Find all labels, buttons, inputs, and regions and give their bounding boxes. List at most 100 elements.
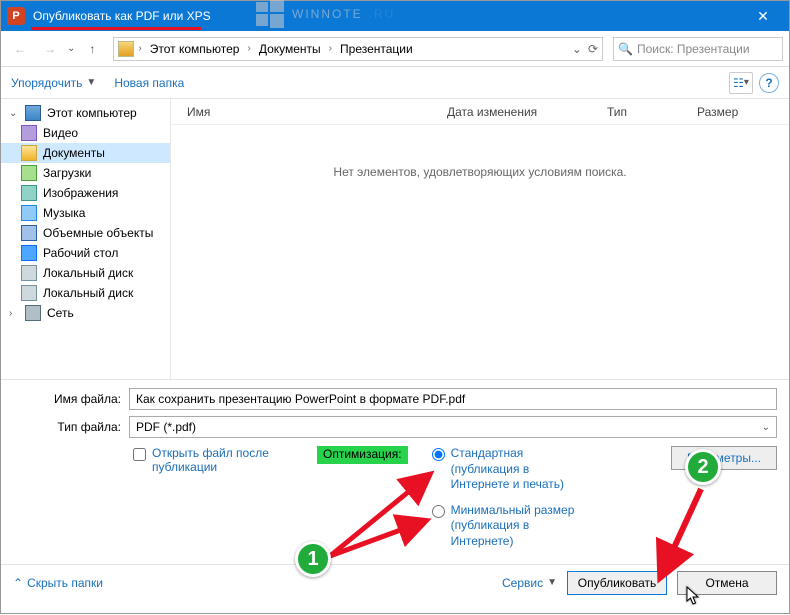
column-headers[interactable]: Имя Дата изменения Тип Размер bbox=[171, 99, 789, 125]
tree-item-label: Этот компьютер bbox=[47, 106, 137, 120]
expand-icon[interactable]: ⌄ bbox=[9, 108, 19, 119]
filename-label: Имя файла: bbox=[13, 392, 121, 406]
radio-minimum-input[interactable] bbox=[432, 505, 445, 518]
desktop-icon bbox=[21, 245, 37, 261]
tree-item[interactable]: Видео bbox=[1, 123, 170, 143]
open-after-checkbox[interactable]: Открыть файл после публикации bbox=[133, 446, 293, 474]
col-size[interactable]: Размер bbox=[691, 105, 779, 119]
tree-item[interactable]: Документы bbox=[1, 143, 170, 163]
parameters-button[interactable]: Параметры... bbox=[671, 446, 777, 470]
col-type[interactable]: Тип bbox=[601, 105, 691, 119]
up-button[interactable]: ↑ bbox=[79, 36, 105, 62]
radio-standard-label: Стандартная (публикация в Интернете и пе… bbox=[451, 446, 582, 493]
pc-icon bbox=[25, 105, 41, 121]
tree-item[interactable]: Объемные объекты bbox=[1, 223, 170, 243]
save-form: Имя файла: Тип файла: PDF (*.pdf) ⌄ Откр… bbox=[1, 379, 789, 558]
tree-item[interactable]: Изображения bbox=[1, 183, 170, 203]
file-area: Имя Дата изменения Тип Размер Нет элемен… bbox=[171, 99, 789, 379]
tree-item[interactable]: Локальный диск bbox=[1, 283, 170, 303]
music-icon bbox=[21, 205, 37, 221]
tree-item-label: Локальный диск bbox=[43, 266, 133, 280]
organize-label: Упорядочить bbox=[11, 76, 82, 90]
folder-icon bbox=[21, 145, 37, 161]
down-icon bbox=[21, 165, 37, 181]
radio-standard-input[interactable] bbox=[432, 448, 445, 461]
tree-item[interactable]: Музыка bbox=[1, 203, 170, 223]
footer: ⌃ Скрыть папки Сервис ▼ Опубликовать Отм… bbox=[1, 564, 789, 605]
toolbar: Упорядочить▼ Новая папка ☷ ▾ ? bbox=[1, 67, 789, 99]
address-bar[interactable]: › Этот компьютер › Документы › Презентац… bbox=[113, 37, 603, 61]
search-icon: 🔍 bbox=[618, 42, 633, 56]
open-after-input[interactable] bbox=[133, 448, 146, 461]
chevron-right-icon[interactable]: › bbox=[329, 43, 332, 54]
publish-button[interactable]: Опубликовать bbox=[567, 571, 667, 595]
titlebar: P Опубликовать как PDF или XPS ✕ bbox=[1, 1, 789, 31]
filetype-label: Тип файла: bbox=[13, 420, 121, 434]
chevron-up-icon: ⌃ bbox=[13, 576, 23, 590]
tree-item-label: Документы bbox=[43, 146, 105, 160]
optimization-label: Оптимизация: bbox=[317, 446, 408, 464]
tree-item-label: Видео bbox=[43, 126, 78, 140]
search-input[interactable]: 🔍 Поиск: Презентации bbox=[613, 37, 783, 61]
chevron-right-icon[interactable]: › bbox=[247, 43, 250, 54]
radio-minimum[interactable]: Минимальный размер (публикация в Интерне… bbox=[432, 503, 582, 550]
tree-item-label: Локальный диск bbox=[43, 286, 133, 300]
chevron-down-icon: ▼ bbox=[547, 577, 557, 588]
tree-item-label: Рабочий стол bbox=[43, 246, 118, 260]
tree-item-label: Музыка bbox=[43, 206, 85, 220]
new-folder-button[interactable]: Новая папка bbox=[114, 76, 184, 90]
nav-bar: ← → ⌄ ↑ › Этот компьютер › Документы › П… bbox=[1, 31, 789, 67]
tree-item-label: Изображения bbox=[43, 186, 118, 200]
filetype-value: PDF (*.pdf) bbox=[136, 420, 196, 434]
tree-item[interactable]: ⌄ Этот компьютер bbox=[1, 103, 170, 123]
address-dropdown-icon[interactable]: ⌄ bbox=[572, 42, 582, 56]
col-name[interactable]: Имя bbox=[181, 105, 441, 119]
tree-item[interactable]: › Сеть bbox=[1, 303, 170, 323]
refresh-icon[interactable]: ⟳ bbox=[588, 42, 598, 56]
radio-standard[interactable]: Стандартная (публикация в Интернете и пе… bbox=[432, 446, 582, 493]
chevron-right-icon[interactable]: › bbox=[138, 43, 141, 54]
window-title: Опубликовать как PDF или XPS bbox=[33, 9, 743, 23]
view-options-button[interactable]: ☷ ▾ bbox=[729, 72, 753, 94]
col-date[interactable]: Дата изменения bbox=[441, 105, 601, 119]
search-placeholder: Поиск: Презентации bbox=[637, 42, 750, 56]
tree-item[interactable]: Рабочий стол bbox=[1, 243, 170, 263]
drive-icon bbox=[21, 285, 37, 301]
tree-item[interactable]: Загрузки bbox=[1, 163, 170, 183]
radio-minimum-label: Минимальный размер (публикация в Интерне… bbox=[451, 503, 582, 550]
history-dropdown-icon[interactable]: ⌄ bbox=[67, 43, 75, 54]
app-icon: P bbox=[7, 7, 25, 25]
empty-message: Нет элементов, удовлетворяющих условиям … bbox=[171, 125, 789, 179]
filename-input[interactable] bbox=[129, 388, 777, 410]
open-after-label: Открыть файл после публикации bbox=[152, 446, 293, 474]
title-highlight bbox=[31, 27, 201, 30]
back-button[interactable]: ← bbox=[7, 36, 33, 62]
folder-icon bbox=[118, 41, 134, 57]
breadcrumb[interactable]: Презентации bbox=[336, 42, 417, 56]
tree-item-label: Объемные объекты bbox=[43, 226, 153, 240]
video-icon bbox=[21, 125, 37, 141]
net-icon bbox=[25, 305, 41, 321]
optimization-options: Стандартная (публикация в Интернете и пе… bbox=[432, 446, 582, 550]
tree-item-label: Загрузки bbox=[43, 166, 91, 180]
main-area: ⌄ Этот компьютер Видео Документы Загрузки Изо… bbox=[1, 99, 789, 379]
volume-icon bbox=[21, 225, 37, 241]
tree-item[interactable]: Локальный диск bbox=[1, 263, 170, 283]
tree-item-label: Сеть bbox=[47, 306, 74, 320]
service-label: Сервис bbox=[502, 576, 543, 590]
filetype-select[interactable]: PDF (*.pdf) ⌄ bbox=[129, 416, 777, 438]
drive-icon bbox=[21, 265, 37, 281]
service-menu[interactable]: Сервис ▼ bbox=[502, 576, 557, 590]
hide-folders-label: Скрыть папки bbox=[27, 576, 103, 590]
forward-button[interactable]: → bbox=[37, 36, 63, 62]
breadcrumb[interactable]: Документы bbox=[255, 42, 325, 56]
nav-tree[interactable]: ⌄ Этот компьютер Видео Документы Загрузки Изо… bbox=[1, 99, 171, 379]
cancel-button[interactable]: Отмена bbox=[677, 571, 777, 595]
expand-icon[interactable]: › bbox=[9, 308, 19, 319]
help-button[interactable]: ? bbox=[759, 73, 779, 93]
breadcrumb[interactable]: Этот компьютер bbox=[146, 42, 244, 56]
chevron-down-icon: ⌄ bbox=[762, 422, 770, 433]
close-button[interactable]: ✕ bbox=[743, 1, 783, 31]
organize-menu[interactable]: Упорядочить▼ bbox=[11, 76, 96, 90]
hide-folders-toggle[interactable]: ⌃ Скрыть папки bbox=[13, 576, 103, 590]
